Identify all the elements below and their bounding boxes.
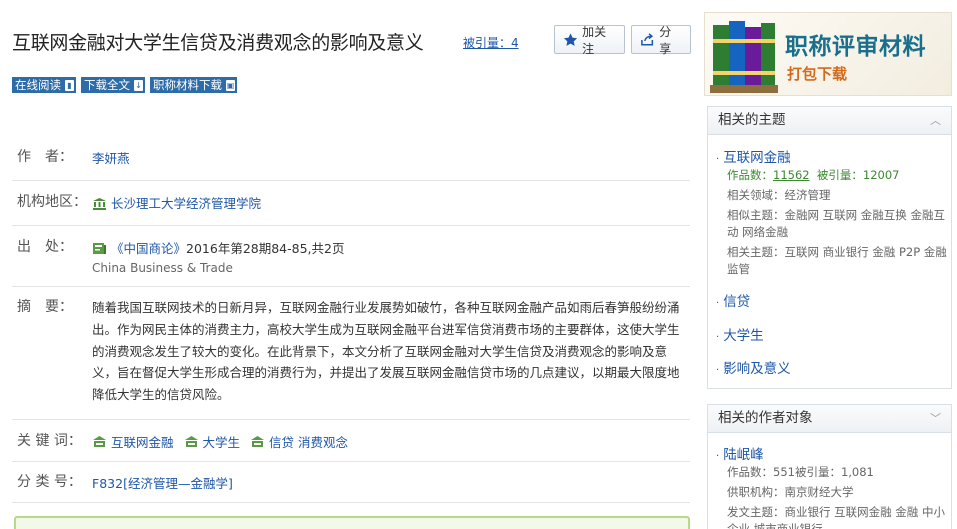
- books-icon: [710, 21, 778, 93]
- works-label: 作品数：: [727, 168, 773, 182]
- related-topics-panel: 相关的主题 ︿ · 互联网金融 作品数：11562 被引量：12007 相关领域：…: [707, 106, 952, 389]
- follow-label: 加关注: [582, 24, 607, 56]
- keyword-icon: [93, 436, 106, 447]
- author-row: 作 者： 李妍燕: [12, 146, 690, 181]
- topic-item-1[interactable]: · 互联网金融: [716, 146, 791, 166]
- follow-button[interactable]: 加关注: [554, 24, 625, 56]
- chevron-down-icon[interactable]: ﹀: [930, 405, 941, 432]
- keyword-link-2[interactable]: 大学生: [203, 432, 241, 451]
- keywords-list: 互联网金融 大学生 信贷 消费观念: [92, 432, 354, 451]
- cited-label: 被引量：: [816, 168, 863, 182]
- journal-icon: [93, 243, 106, 254]
- title-material-label: 职称材料下载: [153, 78, 222, 92]
- banner-title: 职称评审材料: [785, 34, 926, 60]
- keyword-link-1[interactable]: 互联网金融: [111, 432, 174, 451]
- topic-name-1: 互联网金融: [723, 150, 791, 166]
- package-icon: ▣: [226, 79, 235, 91]
- author-stats-1: 作品数：551被引量：1,081: [727, 465, 874, 479]
- topic-related-1: 相关主题：互联网 商业银行 金融 P2P 金融监管: [727, 245, 947, 276]
- keyword-link-3[interactable]: 信贷: [269, 432, 294, 451]
- abstract-text: 随着我国互联网技术的日新月异，互联网金融行业发展势如破竹，各种互联网金融产品如雨…: [92, 300, 680, 403]
- keywords-label: 关 键 词：: [17, 433, 82, 449]
- cited-count: 12007: [862, 168, 900, 182]
- download-icon: ↓: [134, 79, 143, 91]
- related-authors-title: 相关的作者对象: [718, 410, 813, 426]
- works-count-link[interactable]: 11562: [773, 168, 810, 182]
- bullet-icon: ·: [716, 154, 720, 165]
- download-fulltext-label: 下载全文: [84, 78, 130, 92]
- source-detail: 2016年第28期84-85,共2页: [186, 241, 345, 256]
- download-fulltext-link[interactable]: 下载全文 ↓: [81, 77, 145, 93]
- related-authors-header[interactable]: 相关的作者对象 ﹀: [708, 405, 951, 433]
- topic-field-1: 相关领域：经济管理: [727, 188, 831, 202]
- topic-item-4[interactable]: · 影响及意义: [716, 357, 791, 377]
- article-title: 互联网金融对大学生信贷及消费观念的影响及意义: [12, 32, 424, 54]
- source-row: 出 处： 《中国商论》2016年第28期84-85,共2页 China Busi…: [12, 236, 690, 287]
- keyword-icon: [184, 436, 198, 447]
- classification-value: F832[经济管理—金融学]: [92, 473, 233, 492]
- keywords-row: 关 键 词： 互联网金融 大学生 信贷 消费观念: [12, 430, 690, 462]
- topic-name-3: 大学生: [723, 328, 764, 344]
- classification-row: 分 类 号： F832[经济管理—金融学]: [12, 471, 690, 503]
- bullet-icon: ·: [716, 298, 720, 309]
- topic-name-2: 信贷: [723, 294, 751, 310]
- share-label: 分享: [659, 24, 672, 56]
- author-label: 作 者：: [17, 149, 73, 165]
- bullet-icon: ·: [716, 332, 720, 343]
- document-icon: ▮: [65, 79, 74, 91]
- topic-stats-1: 作品数：11562 被引量：12007: [727, 167, 947, 184]
- author-name-1: 陆岷峰: [723, 447, 764, 463]
- abstract-label: 摘 要：: [17, 299, 73, 315]
- author-org-1: 供职机构：南京财经大学: [727, 485, 854, 499]
- title-material-download-link[interactable]: 职称材料下载 ▣: [150, 77, 237, 93]
- org-label: 机构地区：: [17, 194, 87, 210]
- topic-item-2[interactable]: · 信贷: [716, 290, 750, 310]
- author-item-1[interactable]: · 陆岷峰: [716, 443, 764, 463]
- source-label: 出 处：: [17, 239, 73, 255]
- star-icon: [563, 32, 578, 46]
- bottom-notice-box: [14, 516, 690, 529]
- share-icon: [641, 32, 654, 46]
- related-topics-title: 相关的主题: [718, 112, 786, 128]
- action-tags: 在线阅读 ▮ 下载全文 ↓ 职称材料下载 ▣: [12, 77, 237, 93]
- source-value: 《中国商论》2016年第28期84-85,共2页: [92, 238, 344, 257]
- classification-name-link[interactable]: [经济管理—金融学]: [123, 476, 233, 491]
- bullet-icon: ·: [716, 365, 720, 376]
- banner-subtitle: 打包下载: [787, 65, 848, 83]
- org-link[interactable]: 长沙理工大学经济管理学院: [111, 196, 261, 211]
- read-online-label: 在线阅读: [15, 78, 61, 92]
- author-link[interactable]: 李妍燕: [92, 148, 130, 167]
- journal-link[interactable]: 《中国商论》: [111, 241, 186, 256]
- promo-banner[interactable]: 职称评审材料 打包下载: [704, 12, 952, 96]
- keyword-link-4[interactable]: 消费观念: [298, 432, 348, 451]
- source-english: China Business & Trade: [92, 261, 233, 275]
- author-topics-1: 发文主题：商业银行 互联网金融 金融 中小企业 城市商业银行: [727, 505, 945, 529]
- classification-label: 分 类 号：: [17, 474, 82, 490]
- org-row: 机构地区： 长沙理工大学经济管理学院: [12, 191, 690, 226]
- chevron-up-icon[interactable]: ︿: [930, 107, 941, 134]
- related-authors-panel: 相关的作者对象 ﹀ · 陆岷峰 作品数：551被引量：1,081 供职机构：南京财…: [707, 404, 952, 529]
- keyword-icon: [251, 436, 264, 447]
- bullet-icon: ·: [716, 451, 720, 462]
- topic-name-4: 影响及意义: [723, 361, 791, 377]
- cited-count-link[interactable]: 被引量：4: [463, 34, 519, 51]
- read-online-link[interactable]: 在线阅读 ▮: [12, 77, 76, 93]
- institution-icon: [93, 198, 106, 210]
- classification-code-link[interactable]: F832: [92, 476, 123, 491]
- article-main: 互联网金融对大学生信贷及消费观念的影响及意义 被引量：4 加关注 分享 在线阅读…: [0, 0, 700, 529]
- topic-item-3[interactable]: · 大学生: [716, 324, 764, 344]
- org-value: 长沙理工大学经济管理学院: [92, 193, 261, 212]
- share-button[interactable]: 分享: [631, 24, 691, 56]
- related-topics-header[interactable]: 相关的主题 ︿: [708, 107, 951, 135]
- topic-similar-1: 相似主题：金融网 互联网 金融互换 金融互动 网络金融: [727, 208, 945, 239]
